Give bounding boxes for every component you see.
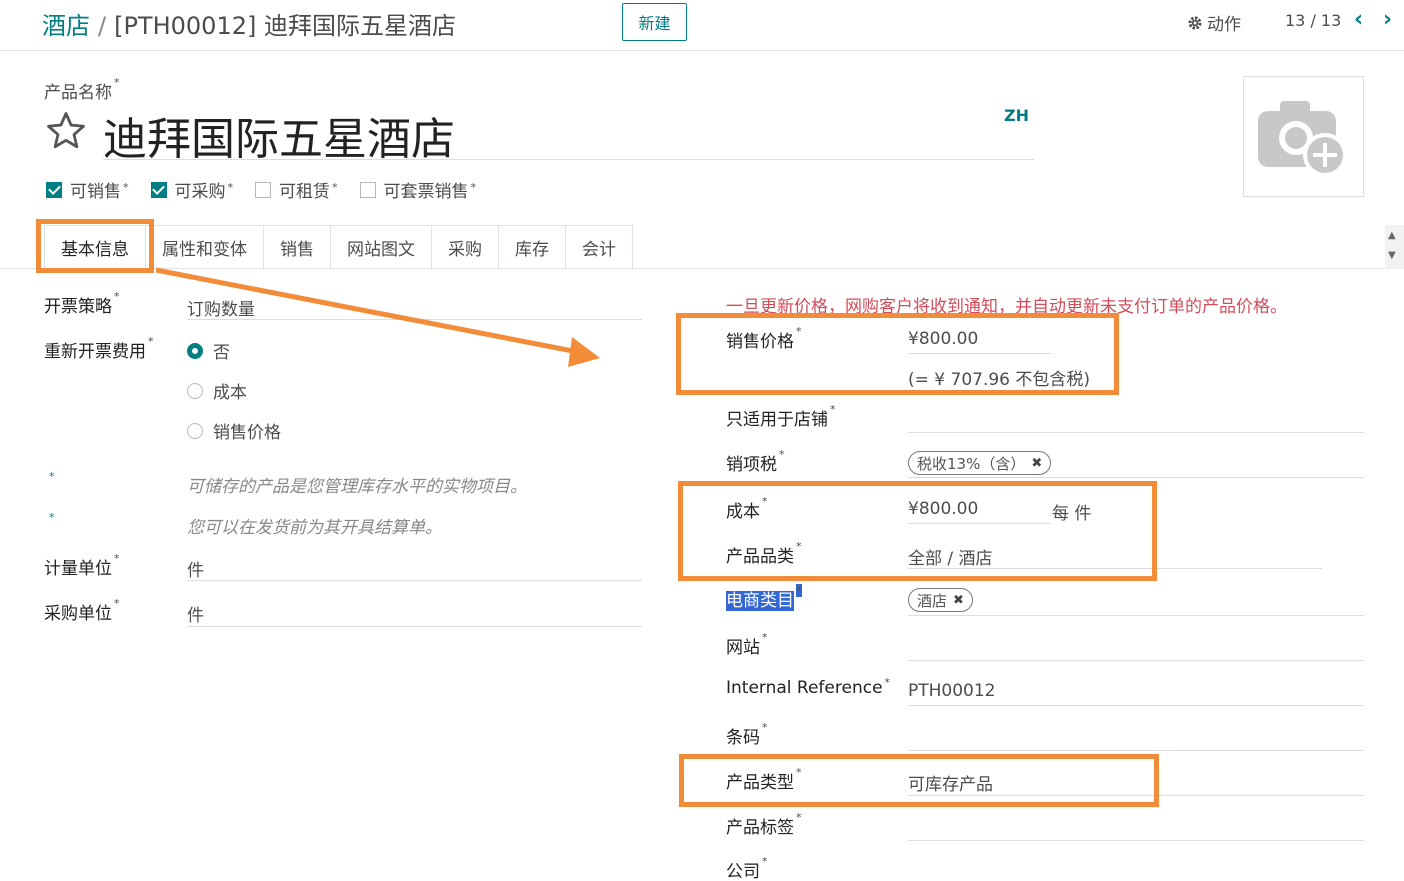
annotation-arrow: [155, 267, 600, 367]
